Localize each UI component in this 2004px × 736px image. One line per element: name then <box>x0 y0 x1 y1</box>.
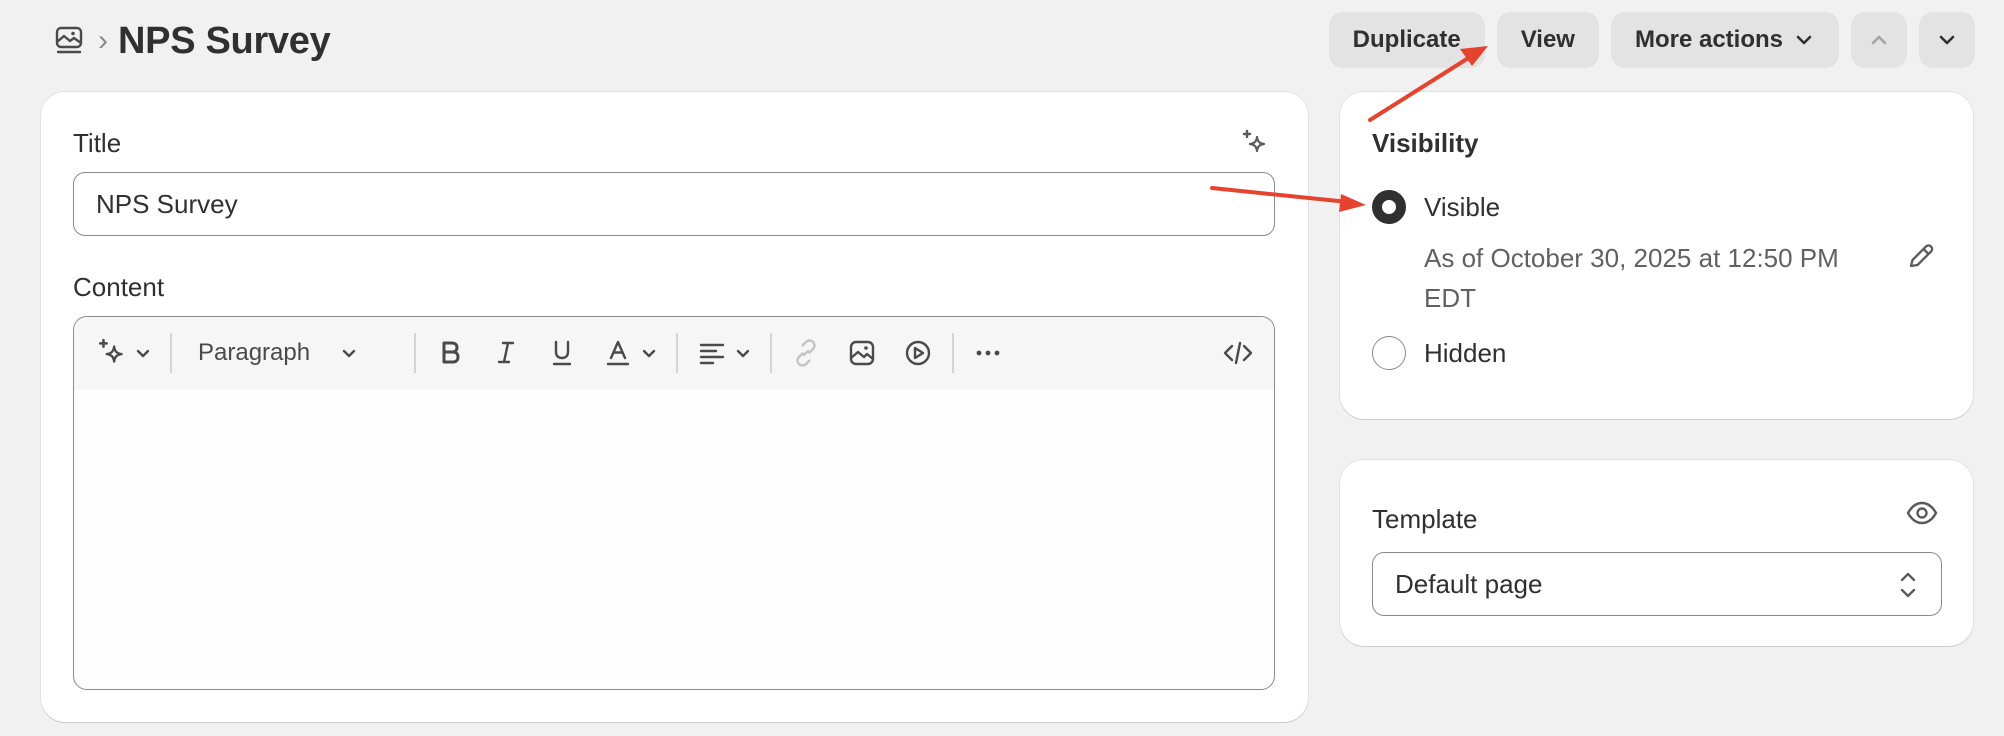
chevron-down-icon <box>640 344 658 362</box>
more-actions-button[interactable]: More actions <box>1610 12 1839 68</box>
content-label: Content <box>73 272 165 302</box>
image-icon[interactable] <box>846 337 878 369</box>
visibility-date: As of October 30, 2025 at 12:50 PM EDT <box>1424 243 1839 313</box>
duplicate-button[interactable]: Duplicate <box>1328 12 1485 68</box>
breadcrumb-separator: › <box>98 24 108 57</box>
next-page-button[interactable] <box>1919 12 1975 68</box>
code-icon[interactable] <box>1222 337 1254 369</box>
chevron-down-icon <box>1793 29 1815 51</box>
chevron-down-icon <box>340 344 358 362</box>
text-color-button[interactable] <box>602 337 658 369</box>
toolbar-divider <box>676 333 679 373</box>
chevron-down-icon <box>1936 29 1958 51</box>
visibility-heading: Visibility <box>1372 128 1479 158</box>
toolbar-divider <box>952 333 955 373</box>
block-style-select[interactable]: Paragraph <box>190 339 396 367</box>
template-card: Template Default page <box>1340 460 1973 646</box>
select-updown-icon <box>1897 569 1919 601</box>
toolbar-divider <box>770 333 773 373</box>
align-left-icon <box>696 337 728 369</box>
hidden-option[interactable]: Hidden <box>1372 336 1506 370</box>
rich-text-editor: Paragraph <box>73 316 1275 690</box>
ai-generate-button[interactable] <box>96 337 152 369</box>
title-label: Title <box>73 128 122 158</box>
pencil-icon[interactable] <box>1905 240 1937 272</box>
block-style-label: Paragraph <box>198 339 311 366</box>
hidden-radio[interactable] <box>1372 336 1406 370</box>
alignment-button[interactable] <box>696 337 752 369</box>
chevron-up-icon <box>1868 29 1890 51</box>
header-actions: Duplicate View More actions <box>1328 12 1975 68</box>
link-icon[interactable] <box>790 337 822 369</box>
toolbar-divider <box>414 333 417 373</box>
page-title: NPS Survey <box>118 19 331 62</box>
chevron-down-icon <box>734 344 752 362</box>
hidden-label: Hidden <box>1424 337 1507 368</box>
italic-icon[interactable] <box>490 337 522 369</box>
more-icon[interactable] <box>972 337 1004 369</box>
template-label: Template <box>1372 504 1478 534</box>
bold-icon[interactable] <box>434 337 466 369</box>
video-icon[interactable] <box>902 337 934 369</box>
visible-radio[interactable] <box>1372 190 1406 224</box>
pages-icon[interactable] <box>52 24 86 58</box>
editor-content-area[interactable] <box>74 389 1274 689</box>
visible-option[interactable]: Visible <box>1372 190 1500 224</box>
sparkle-icon <box>96 337 128 369</box>
editor-toolbar: Paragraph <box>74 317 1274 389</box>
toolbar-divider <box>170 333 172 373</box>
chevron-down-icon <box>134 344 152 362</box>
view-button[interactable]: View <box>1496 12 1599 68</box>
title-input[interactable]: NPS Survey <box>73 172 1275 236</box>
page-content-card: Title NPS Survey Content Paragraph <box>41 92 1308 722</box>
text-color-icon <box>602 337 634 369</box>
more-actions-label: More actions <box>1634 26 1783 53</box>
previous-page-button[interactable] <box>1851 12 1907 68</box>
breadcrumb: › NPS Survey <box>52 18 331 64</box>
visible-label: Visible <box>1424 191 1501 222</box>
template-select-value: Default page <box>1395 568 1543 599</box>
underline-icon[interactable] <box>546 337 578 369</box>
eye-icon[interactable] <box>1905 496 1939 530</box>
sparkle-icon[interactable] <box>1240 128 1270 158</box>
template-select[interactable]: Default page <box>1372 552 1942 616</box>
visibility-card: Visibility Visible As of October 30, 202… <box>1340 92 1973 419</box>
